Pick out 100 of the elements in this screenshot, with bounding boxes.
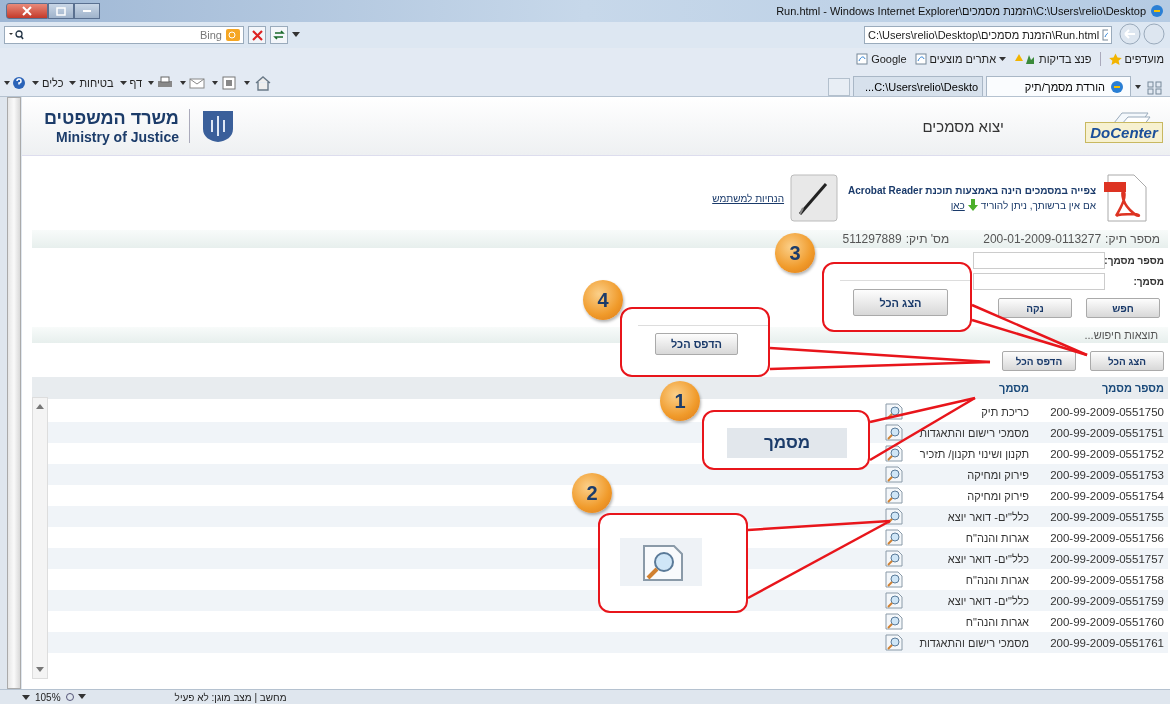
- dropdown-icon: [69, 80, 77, 86]
- table-cell-text: 200-99-2009-0551759: [1049, 594, 1165, 607]
- maximize-button[interactable]: [48, 3, 74, 19]
- field-label: מסמך:: [1132, 276, 1164, 287]
- results-button[interactable]: הצג הכל: [1090, 351, 1164, 371]
- case-number: 200-01-2009-0113277: [983, 232, 1102, 246]
- results-button[interactable]: הדפס הכל: [1002, 351, 1076, 371]
- arrows-icon: [273, 29, 285, 41]
- input-field[interactable]: [973, 273, 1105, 290]
- table-cell-text: 200-99-2009-0551761: [1049, 636, 1165, 649]
- column-header[interactable]: מספר מסמך: [1029, 382, 1168, 394]
- table-cell-text: פירוק ומחיקה: [966, 489, 1029, 502]
- bookmark-icons: [1014, 53, 1037, 65]
- command-menu[interactable]: בטיחות: [69, 77, 114, 89]
- feed-icon[interactable]: [212, 76, 239, 90]
- command-menu[interactable]: כלים: [32, 77, 64, 89]
- magnifier-icon[interactable]: [885, 571, 903, 588]
- ministry-name-english: Ministry of Justice: [56, 128, 179, 145]
- table-cell-text: 200-99-2009-0551756: [1049, 531, 1165, 544]
- callout-label: מסמך: [727, 428, 847, 458]
- scroll-down-icon[interactable]: [36, 667, 44, 672]
- table-cell-text: כריכת תיק: [980, 405, 1029, 418]
- search-field[interactable]: Bing: [4, 26, 244, 44]
- table-cell-text: אגרות והנה"ח: [964, 531, 1029, 544]
- print-icon[interactable]: [148, 76, 175, 90]
- page-title: יצוא מסמכים: [922, 117, 1004, 135]
- results-label: תוצאות חיפוש...: [1084, 329, 1158, 341]
- table-cell-text: 200-99-2009-0551754: [1049, 489, 1165, 502]
- magnifier-icon[interactable]: [885, 529, 903, 546]
- dropdown-icon[interactable]: [22, 694, 30, 700]
- table-cell-text: 200-99-2009-0551753: [1049, 468, 1165, 481]
- address-field[interactable]: C:\Users\relio\Desktop\הזמנת מסמכים\Run.html: [864, 26, 1112, 44]
- favorites-link[interactable]: פנצ בדיקות: [1014, 53, 1092, 65]
- favorites-link[interactable]: Google: [856, 53, 907, 65]
- command-menu[interactable]: דף: [119, 77, 143, 89]
- callout-button[interactable]: הדפס הכל: [655, 333, 738, 355]
- table-cell-text: 200-99-2009-0551757: [1049, 552, 1165, 565]
- search-icon: [8, 30, 24, 40]
- input-field[interactable]: [973, 252, 1105, 269]
- address-text: C:\Users\relio\Desktop\הזמנת מסמכים\Run.html: [868, 29, 1100, 41]
- column-header[interactable]: מסמך: [909, 382, 1029, 394]
- magnifier-icon[interactable]: [885, 508, 903, 525]
- pen-icon: [790, 174, 839, 222]
- table-cell-text: אגרות והנה"ח: [964, 615, 1029, 628]
- browser-tab[interactable]: הורדת מסמך/תיק: [986, 76, 1131, 96]
- table-cell-text: 200-99-2009-0551755: [1049, 510, 1165, 523]
- star-icon: [1108, 52, 1122, 66]
- magnifier-icon[interactable]: [885, 424, 903, 441]
- magnifier-icon[interactable]: [885, 466, 903, 483]
- close-button[interactable]: [6, 3, 48, 19]
- form-button[interactable]: חפש: [1086, 298, 1160, 318]
- favorites-button[interactable]: מועדפים: [1108, 52, 1164, 66]
- maximize-icon: [56, 6, 66, 16]
- magnifier-icon[interactable]: [885, 487, 903, 504]
- stop-button[interactable]: [248, 26, 266, 44]
- download-link[interactable]: כאן: [950, 199, 965, 211]
- magnifier-icon: [620, 538, 702, 586]
- table-cell-text: מסמכי רישום והתאגדות: [918, 636, 1029, 649]
- mail-icon[interactable]: [180, 76, 207, 90]
- dropdown-icon[interactable]: [292, 32, 300, 38]
- browser-tab[interactable]: ...C:\Users\relio\Deskto: [853, 76, 983, 96]
- table-cell-text: כלל"ים- דואר יוצא: [946, 594, 1029, 607]
- minimize-icon: [82, 9, 92, 13]
- file-number-label: מס' תיק:: [905, 232, 950, 246]
- table-cell-text: 200-99-2009-0551751: [1049, 426, 1165, 439]
- callout-button[interactable]: הצג הכל: [853, 289, 948, 316]
- home-icon[interactable]: [244, 75, 273, 91]
- table-cell-text: פירוק ומחיקה: [966, 468, 1029, 481]
- window-title: Run.html - Windows Internet Explorer\הזמנת מסמכים\C:\Users\relio\Desktop: [776, 5, 1146, 17]
- dropdown-icon: [119, 80, 127, 86]
- scroll-up-icon[interactable]: [36, 404, 44, 409]
- case-number-label: מספר תיק:: [1105, 232, 1160, 246]
- pdf-icon: [1102, 174, 1148, 222]
- dropdown-icon: [999, 56, 1007, 62]
- magnifier-icon[interactable]: [885, 634, 903, 651]
- table-cell-text: תקנון ושינוי תקנון/ תזכיר: [918, 447, 1029, 460]
- magnifier-icon[interactable]: [885, 592, 903, 609]
- dropdown-icon: [32, 80, 39, 86]
- acrobat-notice: צפייה במסמכים הינה באמצעות תוכנת Acrobat Reader: [848, 185, 1096, 196]
- download-notice: אם אין ברשותך, ניתן להוריד: [980, 199, 1096, 211]
- table-cell-text: 200-99-2009-0551760: [1049, 615, 1165, 628]
- security-zone: מחשב | מצב מוגן: לא פעיל: [174, 691, 287, 703]
- table-cell-text: 200-99-2009-0551758: [1049, 573, 1165, 586]
- table-scrollbar[interactable]: [32, 397, 48, 679]
- magnifier-icon[interactable]: [885, 613, 903, 630]
- user-guide-link[interactable]: הנחיות למשתמש: [712, 192, 785, 204]
- form-button[interactable]: נקה: [998, 298, 1072, 318]
- minimize-button[interactable]: [74, 3, 100, 19]
- help-icon[interactable]: [4, 76, 26, 90]
- table-cell-text: 200-99-2009-0551750: [1049, 405, 1165, 418]
- ministry-name-hebrew: משרד המשפטים: [44, 107, 179, 129]
- refresh-button[interactable]: [270, 26, 288, 44]
- magnifier-icon[interactable]: [885, 550, 903, 567]
- zoom-level[interactable]: 105%: [35, 691, 61, 703]
- suggested-sites-button[interactable]: אתרים מוצעים: [914, 53, 1007, 65]
- browser-logo-icon: [1150, 4, 1164, 18]
- table-cell-text: אגרות והנה"ח: [964, 573, 1029, 586]
- logo-text: DoCenter: [1085, 122, 1163, 143]
- page-scrollbar[interactable]: [7, 97, 21, 689]
- search-go-icon: [226, 29, 240, 41]
